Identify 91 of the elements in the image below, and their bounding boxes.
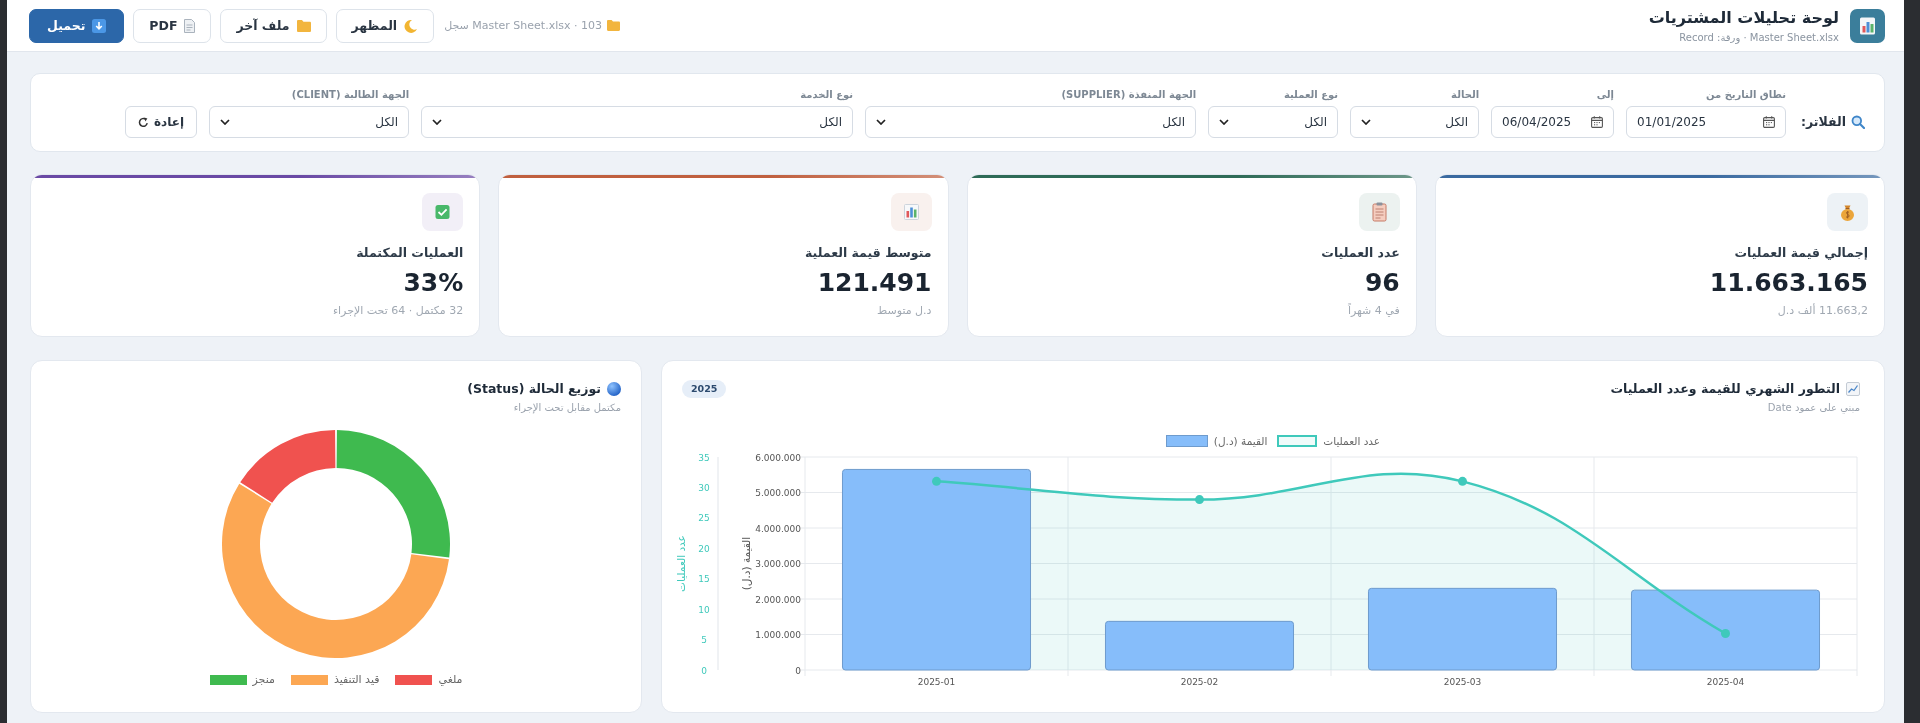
filters-label: الفلاتر: [1801,114,1846,130]
chart-point [932,476,941,486]
select-field[interactable]: الكل [1350,106,1480,138]
reset-button[interactable]: إعادة [125,106,198,138]
field-label: نوع العملية [1283,88,1339,101]
axis-tick-label: 15 [698,574,710,585]
chevron-down-icon [432,119,443,125]
chevron-down-icon [1219,119,1230,125]
axis-tick-label: 2025-03 [1443,677,1482,687]
axis-tick-label: 0 [795,665,801,676]
document-icon [184,18,196,33]
legend-label: منجز [252,673,275,687]
chart-point [1721,629,1730,638]
axis-tick-label: 2025-04 [1706,677,1745,687]
date-field[interactable]: 06/04/2025 [1491,106,1615,138]
axis-tick-label: 5 [701,635,707,646]
calendar-icon [1591,116,1604,128]
field-label: الحالة [1451,88,1480,101]
kpi-value: 11.663.165 [1709,268,1868,298]
chart-point [1195,495,1204,505]
select-field[interactable]: الكل [1208,106,1339,138]
kpi-label: إجمالي قيمة العمليات [1734,244,1868,262]
file-info: Master Sheet.xlsx · 103 سجل [444,18,602,33]
year-badge: 2025 [682,380,727,398]
clipboard-icon [1358,193,1400,231]
select-field[interactable]: الكل [209,106,410,138]
circle-icon [607,381,621,396]
field-label: نطاق التاريخ من [1705,88,1787,101]
moon-icon [404,18,419,33]
bar-chart-icon [1850,8,1885,43]
axis-tick-label: 3.000.000 [755,559,801,569]
chevron-down-icon [220,119,231,125]
axis-tick-label: 10 [698,604,710,615]
kpi-note: في 4 شهراً [1347,303,1400,319]
kpi-value: 33% [403,268,464,298]
kpi-label: العمليات المكتملة [356,244,464,262]
legend-label: عدد العمليات [1323,434,1381,448]
axis-tick-label: 30 [698,482,710,493]
chart-subtitle: مبني على عمود Date [1767,401,1860,414]
kpi-value: 96 [1364,268,1400,298]
download-icon [92,18,107,33]
field-label: نوع الخدمة [800,88,854,101]
bar-chart-icon [890,193,932,231]
legend-label: ملغي [438,673,463,687]
toolbar-button[interactable]: المظهر [335,8,435,43]
kpi-note: د.ل متوسط [877,303,932,319]
axis-tick-label: 2025-02 [1180,677,1219,687]
kpi-value: 121.491 [817,268,932,298]
chart-subtitle: مكتمل مقابل تحت الإجراء [513,401,621,414]
chevron-down-icon [1361,119,1372,125]
axis-tick-label: 35 [698,452,710,463]
select-field[interactable]: الكل [421,106,854,138]
axis-tick-label: 6.000.000 [755,452,801,463]
date-field[interactable]: 01/01/2025 [1626,106,1787,138]
axis-tick-label: 1.000.000 [755,630,801,640]
axis-tick-label: 5.000.000 [755,488,801,498]
chart-title: توزيع الحالة (Status) [467,380,601,397]
chart-title: التطور الشهري للقيمة وعدد العمليات [1610,380,1840,397]
toolbar-button[interactable]: ملف آخر [220,8,327,43]
search-icon [1851,115,1865,129]
calendar-icon [1763,116,1776,128]
axis-tick-label: 25 [698,513,710,524]
line-chart-icon [1846,381,1860,396]
legend-label: القيمة (د.ل) [1213,434,1268,448]
field-label: الجهة المنفذة (SUPPLIER) [1061,88,1197,101]
folder-icon [296,19,311,32]
field-label: إلى [1596,88,1615,101]
kpi-note: 11.663,2 ألف د.ل [1777,303,1868,319]
axis-tick-label: 4.000.000 [755,523,801,534]
kpi-note: 32 مكتمل · 64 تحت الإجراء [332,303,464,319]
refresh-icon [138,116,149,128]
field-label: الجهة الطالبة (CLIENT) [291,88,410,101]
toolbar-button[interactable]: تحميل [29,8,125,43]
folder-icon [606,20,620,31]
axis-tick-label: 2.000.000 [755,594,801,605]
chevron-down-icon [876,119,887,125]
toolbar-button[interactable]: PDF [133,8,212,43]
axis-tick-label: 0 [701,665,707,676]
axis-title: عدد العمليات [675,535,687,592]
kpi-label: متوسط قيمة العملية [805,244,932,262]
check-icon [422,193,464,231]
select-field[interactable]: الكل [865,106,1197,138]
legend-label: قيد التنفيذ [333,673,380,687]
money-bag-icon [1827,193,1868,231]
axis-title: القيمة (د.ل) [740,536,752,591]
dashboard-title: لوحة تحليلات المشتريات [1648,7,1839,28]
kpi-label: عدد العمليات [1321,244,1400,262]
axis-tick-label: 2025-01 [917,677,956,687]
dashboard-subtitle: Master Sheet.xlsx · ورقة: Record [1679,30,1839,44]
axis-tick-label: 20 [698,543,710,554]
chart-point [1458,476,1467,486]
